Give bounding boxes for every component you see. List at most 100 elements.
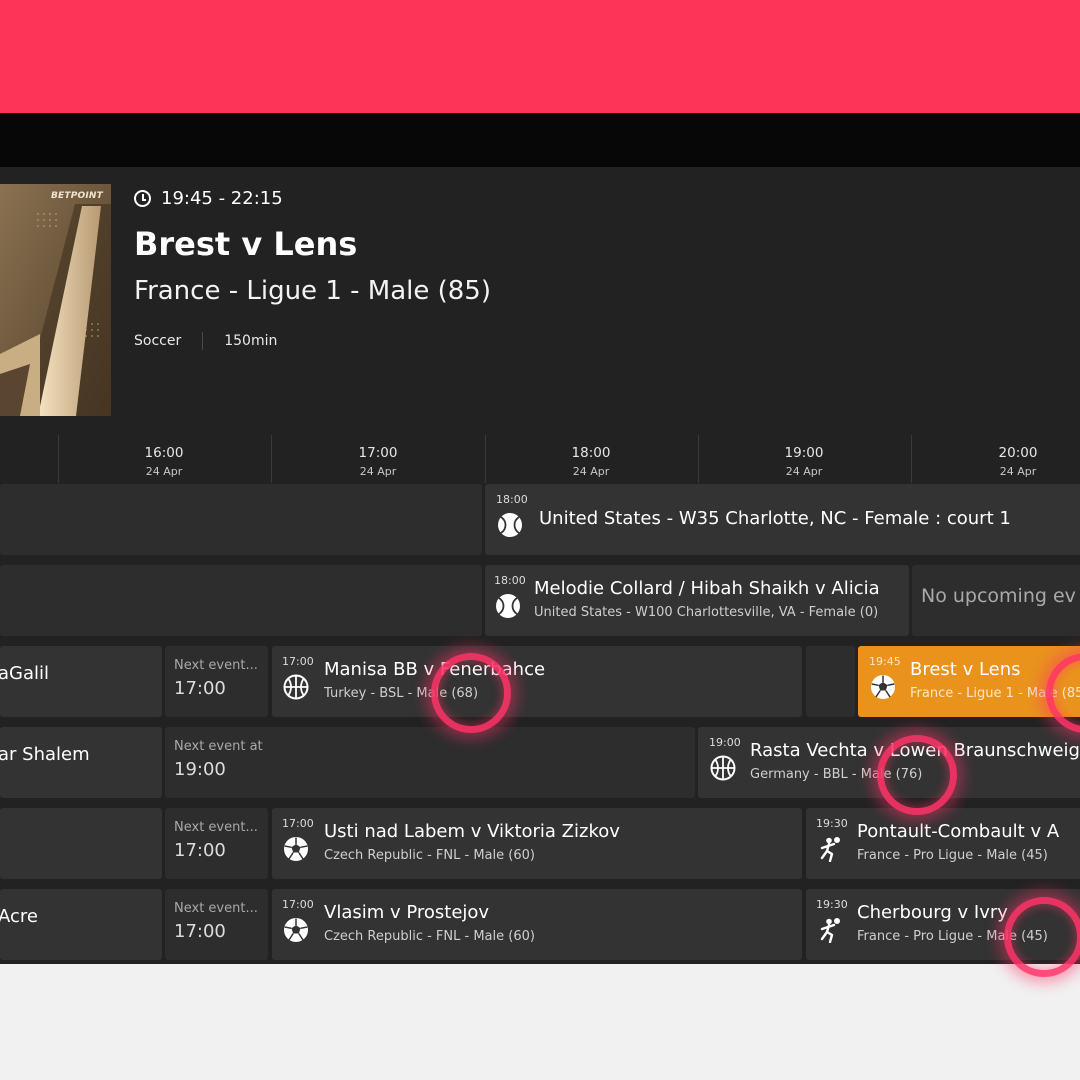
channel-cell[interactable]: ar Shalem [0, 727, 162, 798]
event-subtitle: Czech Republic - FNL - Male (60) [324, 848, 535, 863]
event-cell[interactable]: 19:30 Cherbourg v Ivry France - Pro Ligu… [806, 889, 1080, 960]
timeline-divider [485, 435, 486, 483]
channel-cell[interactable] [0, 565, 482, 636]
epg-panel: BETPOINT 19:45 - 22:15 Brest v Lens Fran… [0, 167, 1080, 964]
timeline-divider [271, 435, 272, 483]
slot-date: 24 Apr [359, 465, 397, 478]
timeline-header: 16:00 24 Apr 17:00 24 Apr 18:00 24 Apr 1… [0, 435, 1080, 483]
tennis-icon [498, 513, 522, 537]
event-title: United States - W35 Charlotte, NC - Fema… [539, 508, 1011, 529]
event-cell[interactable]: 17:00 Usti nad Labem v Viktoria Zizkov C… [272, 808, 802, 879]
event-sport: Soccer [134, 333, 182, 349]
timeline-slot: 19:00 24 Apr [764, 445, 844, 478]
event-start-time: 19:30 [816, 817, 848, 830]
next-event-time: 17:00 [174, 678, 226, 699]
next-event-label: Next event at [174, 739, 263, 754]
clock-icon [134, 190, 151, 207]
event-meta: Soccer 150min [134, 332, 277, 350]
next-event-cell[interactable]: Next event at 19:00 [165, 727, 695, 798]
next-event-time: 19:00 [174, 759, 226, 780]
event-subtitle: France - Pro Ligue - Male (45) [857, 848, 1048, 863]
slot-date: 24 Apr [785, 465, 823, 478]
no-upcoming-label: No upcoming ev [921, 585, 1076, 607]
slot-time: 17:00 [358, 445, 398, 461]
event-title: Manisa BB v Fenerbahce [324, 659, 546, 680]
event-title: Rasta Vechta v Lowen Braunschweig [750, 740, 1080, 761]
event-cell[interactable]: 19:30 Pontault-Combault v A France - Pro… [806, 808, 1080, 879]
event-start-time: 17:00 [282, 817, 314, 830]
event-cell[interactable]: 17:00 Vlasim v Prostejov Czech Republic … [272, 889, 802, 960]
next-event-cell[interactable]: Next event... 17:00 [165, 646, 268, 717]
soccer-ball-icon [871, 675, 895, 699]
channel-name: Acre [0, 906, 38, 927]
event-start-time: 19:30 [816, 898, 848, 911]
event-time-label: 19:45 - 22:15 [161, 188, 283, 209]
event-start-time: 18:00 [496, 493, 528, 506]
timeline-divider [911, 435, 912, 483]
brand-logo: BETPOINT [50, 191, 103, 201]
event-cell[interactable]: 18:00 United States - W35 Charlotte, NC … [485, 484, 1080, 555]
next-event-cell[interactable]: Next event... 17:00 [165, 889, 268, 960]
event-subtitle: United States - W100 Charlottesville, VA… [534, 605, 879, 620]
soccer-ball-icon [284, 918, 308, 942]
timeline-divider [698, 435, 699, 483]
tennis-icon [496, 594, 520, 618]
event-start-time: 17:00 [282, 655, 314, 668]
event-title: Brest v Lens [134, 225, 358, 263]
event-thumbnail: BETPOINT [0, 184, 111, 416]
event-time-range: 19:45 - 22:15 [134, 188, 283, 209]
event-subtitle: Germany - BBL - Male (76) [750, 767, 923, 782]
event-cell[interactable]: 19:00 Rasta Vechta v Lowen Braunschweig … [698, 727, 1080, 798]
slot-date: 24 Apr [999, 465, 1037, 478]
slot-time: 20:00 [998, 445, 1038, 461]
event-competition: France - Ligue 1 - Male (85) [134, 276, 491, 306]
channel-name: aGalil [0, 663, 50, 684]
timeline-slot: 17:00 24 Apr [338, 445, 418, 478]
soccer-ball-icon [284, 837, 308, 861]
event-cell[interactable]: 17:00 Manisa BB v Fenerbahce Turkey - BS… [272, 646, 802, 717]
basketball-icon [283, 674, 309, 700]
next-event-label: Next event... [174, 901, 258, 916]
channel-cell[interactable]: Acre [0, 889, 162, 960]
event-subtitle: France - Ligue 1 - Male (85) [910, 686, 1080, 701]
event-subtitle: France - Pro Ligue - Male (45) [857, 929, 1048, 944]
no-upcoming-cell[interactable]: No upcoming ev [912, 565, 1080, 636]
event-title: Cherbourg v Ivry [857, 902, 1008, 923]
event-duration: 150min [224, 333, 278, 349]
event-start-time: 19:00 [709, 736, 741, 749]
channel-cell[interactable] [0, 484, 482, 555]
next-event-label: Next event... [174, 820, 258, 835]
event-title: Vlasim v Prostejov [324, 902, 490, 923]
next-event-time: 17:00 [174, 921, 226, 942]
event-start-time: 17:00 [282, 898, 314, 911]
slot-time: 16:00 [144, 445, 184, 461]
event-subtitle: Czech Republic - FNL - Male (60) [324, 929, 535, 944]
timeline-divider [58, 435, 59, 483]
next-event-time: 17:00 [174, 840, 226, 861]
event-title: Usti nad Labem v Viktoria Zizkov [324, 821, 620, 842]
event-title: Melodie Collard / Hibah Shaikh v Alicia [534, 578, 880, 599]
event-cell-selected[interactable]: 19:45 Brest v Lens France - Ligue 1 - Ma… [858, 646, 1080, 717]
gap-cell[interactable] [806, 646, 855, 717]
timeline-slot: 16:00 24 Apr [124, 445, 204, 478]
next-event-cell[interactable]: Next event... 17:00 [165, 808, 268, 879]
timeline-slot: 20:00 24 Apr [978, 445, 1058, 478]
meta-divider [202, 332, 204, 350]
basketball-icon [710, 755, 736, 781]
handball-icon [820, 918, 840, 943]
channel-name: ar Shalem [0, 744, 90, 765]
event-title: Brest v Lens [910, 659, 1021, 680]
event-start-time: 19:45 [869, 655, 901, 668]
timeline-slot: 18:00 24 Apr [551, 445, 631, 478]
slot-date: 24 Apr [572, 465, 610, 478]
top-bar [0, 113, 1080, 167]
handball-icon [820, 837, 840, 862]
event-title: Pontault-Combault v A [857, 821, 1060, 842]
slot-time: 18:00 [571, 445, 611, 461]
channel-cell[interactable] [0, 808, 162, 879]
slot-date: 24 Apr [145, 465, 183, 478]
top-banner [0, 0, 1080, 113]
slot-time: 19:00 [784, 445, 824, 461]
channel-cell[interactable]: aGalil [0, 646, 162, 717]
event-cell[interactable]: 18:00 Melodie Collard / Hibah Shaikh v A… [485, 565, 909, 636]
